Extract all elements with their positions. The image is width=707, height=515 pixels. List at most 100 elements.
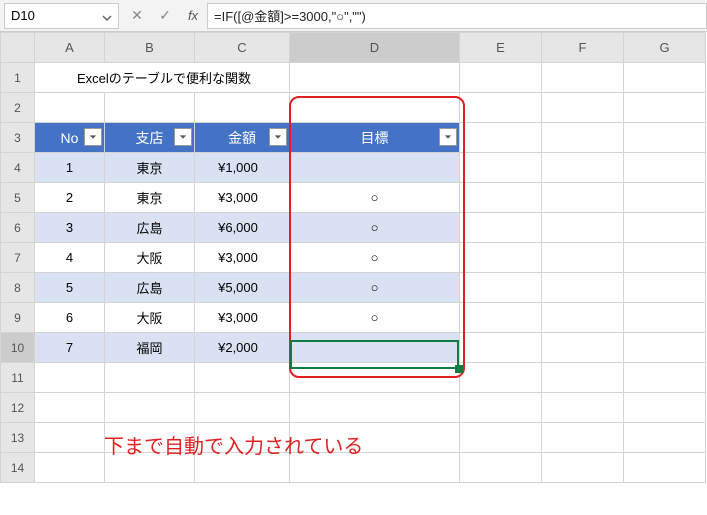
cell-no[interactable]: 7 <box>35 333 105 363</box>
cell[interactable] <box>460 153 542 183</box>
cell[interactable] <box>624 453 706 483</box>
cell[interactable] <box>624 303 706 333</box>
cell[interactable] <box>542 153 624 183</box>
col-header-G[interactable]: G <box>624 33 706 63</box>
row-header[interactable]: 8 <box>1 273 35 303</box>
cell[interactable] <box>624 93 706 123</box>
row-header[interactable]: 1 <box>1 63 35 93</box>
cell[interactable] <box>624 183 706 213</box>
table-header-branch[interactable]: 支店 <box>105 123 195 153</box>
row-header[interactable]: 6 <box>1 213 35 243</box>
row-header[interactable]: 13 <box>1 423 35 453</box>
fx-icon[interactable]: fx <box>179 8 207 23</box>
table-header-no[interactable]: No <box>35 123 105 153</box>
cell[interactable] <box>542 363 624 393</box>
row-header[interactable]: 4 <box>1 153 35 183</box>
confirm-icon[interactable]: ✓ <box>151 7 179 24</box>
cell[interactable] <box>460 213 542 243</box>
cell[interactable] <box>542 423 624 453</box>
cell[interactable] <box>35 393 105 423</box>
cell-target[interactable]: ○ <box>290 273 460 303</box>
cell[interactable] <box>105 363 195 393</box>
row-header[interactable]: 2 <box>1 93 35 123</box>
cell[interactable] <box>542 303 624 333</box>
col-header-E[interactable]: E <box>460 33 542 63</box>
cell-amount[interactable]: ¥3,000 <box>195 183 290 213</box>
cell[interactable] <box>624 393 706 423</box>
cell[interactable] <box>290 93 460 123</box>
cell-branch[interactable]: 大阪 <box>105 243 195 273</box>
cell-branch[interactable]: 広島 <box>105 213 195 243</box>
row-header[interactable]: 7 <box>1 243 35 273</box>
cell-branch[interactable]: 広島 <box>105 273 195 303</box>
cell[interactable] <box>105 93 195 123</box>
cell-amount[interactable]: ¥1,000 <box>195 153 290 183</box>
cell[interactable] <box>624 243 706 273</box>
cell-no[interactable]: 2 <box>35 183 105 213</box>
cell[interactable] <box>624 153 706 183</box>
cell-amount[interactable]: ¥3,000 <box>195 303 290 333</box>
cell[interactable] <box>542 63 624 93</box>
cell[interactable] <box>460 303 542 333</box>
cell[interactable] <box>35 363 105 393</box>
table-header-target[interactable]: 目標 <box>290 123 460 153</box>
filter-button[interactable] <box>269 128 287 146</box>
cell-amount[interactable]: ¥3,000 <box>195 243 290 273</box>
cell[interactable] <box>624 273 706 303</box>
cell[interactable] <box>105 393 195 423</box>
filter-button[interactable] <box>174 128 192 146</box>
cell[interactable] <box>542 273 624 303</box>
cell-target-active[interactable] <box>290 333 460 363</box>
cell-branch[interactable]: 東京 <box>105 183 195 213</box>
col-header-F[interactable]: F <box>542 33 624 63</box>
cell[interactable] <box>460 423 542 453</box>
cell[interactable] <box>460 63 542 93</box>
cell-branch[interactable]: 大阪 <box>105 303 195 333</box>
cell-no[interactable]: 4 <box>35 243 105 273</box>
name-box[interactable]: D10 <box>4 3 119 29</box>
select-all-corner[interactable] <box>1 33 35 63</box>
cell[interactable] <box>290 63 460 93</box>
cell-no[interactable]: 5 <box>35 273 105 303</box>
cell[interactable] <box>624 333 706 363</box>
row-header[interactable]: 12 <box>1 393 35 423</box>
cell[interactable] <box>542 123 624 153</box>
cell[interactable] <box>542 243 624 273</box>
filter-button[interactable] <box>439 128 457 146</box>
cell[interactable] <box>624 63 706 93</box>
cell[interactable] <box>460 333 542 363</box>
cell[interactable] <box>460 123 542 153</box>
spreadsheet-grid[interactable]: A B C D E F G 1 Excelのテーブルで便利な関数 2 3 No … <box>0 32 706 483</box>
cell[interactable] <box>460 183 542 213</box>
title-cell[interactable]: Excelのテーブルで便利な関数 <box>35 63 290 93</box>
cell[interactable] <box>542 333 624 363</box>
cell[interactable] <box>35 93 105 123</box>
cell[interactable] <box>195 363 290 393</box>
row-header[interactable]: 5 <box>1 183 35 213</box>
row-header[interactable]: 10 <box>1 333 35 363</box>
cell-target[interactable]: ○ <box>290 303 460 333</box>
cell[interactable] <box>542 93 624 123</box>
col-header-A[interactable]: A <box>35 33 105 63</box>
row-header[interactable]: 14 <box>1 453 35 483</box>
cell-target[interactable] <box>290 153 460 183</box>
cell[interactable] <box>35 423 105 453</box>
chevron-down-icon[interactable] <box>102 11 112 21</box>
cancel-icon[interactable]: ✕ <box>123 7 151 24</box>
cell-branch[interactable]: 福岡 <box>105 333 195 363</box>
cell[interactable] <box>624 363 706 393</box>
cell[interactable] <box>624 423 706 453</box>
cell[interactable] <box>460 453 542 483</box>
cell[interactable] <box>542 183 624 213</box>
filter-button[interactable] <box>84 128 102 146</box>
col-header-D[interactable]: D <box>290 33 460 63</box>
cell-no[interactable]: 1 <box>35 153 105 183</box>
cell-target[interactable]: ○ <box>290 243 460 273</box>
cell[interactable] <box>624 123 706 153</box>
row-header[interactable]: 11 <box>1 363 35 393</box>
cell[interactable] <box>290 393 460 423</box>
row-header[interactable]: 3 <box>1 123 35 153</box>
cell[interactable] <box>460 393 542 423</box>
col-header-B[interactable]: B <box>105 33 195 63</box>
cell[interactable] <box>542 393 624 423</box>
